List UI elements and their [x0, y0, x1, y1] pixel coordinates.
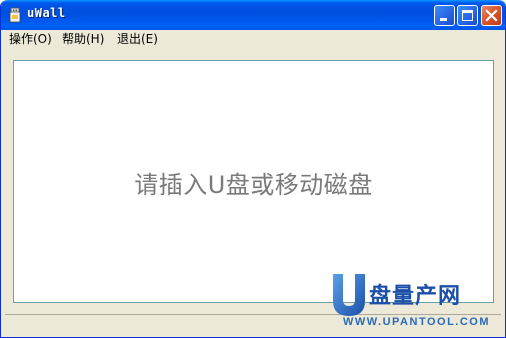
u-logo-icon [333, 274, 365, 316]
menu-bar: 操作(O) 帮助(H) 退出(E) [1, 30, 505, 48]
watermark-url: WWW.UPANTOOL.COM [343, 316, 491, 328]
minimize-button[interactable] [434, 5, 455, 26]
minimize-icon [440, 18, 447, 21]
menu-exit[interactable]: 退出(E) [117, 31, 158, 47]
insert-device-prompt: 请插入U盘或移动磁盘 [134, 171, 373, 199]
menu-help[interactable]: 帮助(H) [62, 31, 104, 47]
upantool-watermark: 盘量产网 WWW.UPANTOOL.COM [329, 272, 499, 332]
watermark-brand-text: 盘量产网 [369, 284, 462, 309]
maximize-button[interactable] [457, 5, 478, 26]
app-window: uWall 操作(O) 帮助(H) 退出(E) 请插入U盘或移动磁盘 盘量产网 … [0, 0, 506, 338]
maximize-icon [462, 10, 473, 21]
usb-drive-icon[interactable] [7, 7, 23, 23]
window-title: uWall [27, 6, 66, 20]
main-panel: 请插入U盘或移动磁盘 [13, 60, 494, 303]
close-icon [485, 9, 498, 22]
close-button[interactable] [481, 5, 502, 26]
title-bar[interactable]: uWall [1, 0, 505, 30]
menu-operate[interactable]: 操作(O) [9, 31, 52, 47]
